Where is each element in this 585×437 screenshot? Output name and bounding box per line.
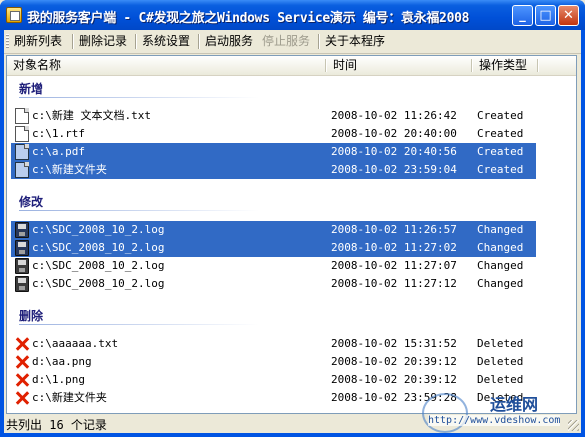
list-item[interactable]: d:\aa.png 2008-10-02 20:39:12 Deleted bbox=[11, 353, 536, 371]
site-watermark: 运维网 http://www.vdeshow.com bbox=[422, 385, 582, 435]
list-item-selected[interactable]: c:\SDC_2008_10_2.log 2008-10-02 11:27:02… bbox=[11, 239, 536, 257]
item-time: 2008-10-02 11:27:02 bbox=[331, 241, 457, 254]
minimize-button[interactable]: _ bbox=[512, 5, 533, 26]
item-type: Changed bbox=[477, 241, 524, 254]
column-header-object-name[interactable]: 对象名称 bbox=[7, 56, 325, 74]
column-header-operation-type[interactable]: 操作类型 bbox=[473, 56, 537, 74]
toolbar-separator bbox=[198, 34, 200, 49]
list-item-selected[interactable]: c:\SDC_2008_10_2.log 2008-10-02 11:26:57… bbox=[11, 221, 536, 239]
item-type: Changed bbox=[477, 259, 524, 272]
floppy-disk-icon bbox=[15, 258, 29, 274]
toolbar-grip[interactable] bbox=[6, 34, 9, 49]
item-type: Deleted bbox=[477, 337, 524, 350]
list-item[interactable]: c:\1.rtf 2008-10-02 20:40:00 Created bbox=[11, 125, 536, 143]
watermark-logo bbox=[422, 393, 468, 433]
item-type: Changed bbox=[477, 277, 524, 290]
item-time: 2008-10-02 20:40:00 bbox=[331, 127, 457, 140]
start-service-button[interactable]: 启动服务 bbox=[205, 30, 253, 53]
item-name: d:\aa.png bbox=[32, 355, 92, 368]
event-list-view[interactable]: 对象名称 时间 操作类型 新增 c:\新建 文本文档.txt 2008-10-0… bbox=[6, 55, 577, 414]
item-name: c:\新建文件夹 bbox=[32, 163, 107, 176]
list-item[interactable]: c:\新建 文本文档.txt 2008-10-02 11:26:42 Creat… bbox=[11, 107, 536, 125]
item-type: Created bbox=[477, 163, 524, 176]
watermark-url: http://www.vdeshow.com bbox=[428, 415, 561, 426]
delete-x-icon bbox=[15, 336, 29, 352]
toolbar: 刷新列表 删除记录 系统设置 启动服务 停止服务 关于本程序 bbox=[4, 30, 581, 54]
item-name: c:\a.pdf bbox=[32, 145, 85, 158]
delete-x-icon bbox=[15, 372, 29, 388]
maximize-button[interactable]: □ bbox=[535, 5, 556, 26]
app-window: 我的服务客户端 - C#发现之旅之Windows Service演示 编号：袁永… bbox=[0, 0, 585, 437]
item-type: Created bbox=[477, 127, 524, 140]
item-time: 2008-10-02 11:27:12 bbox=[331, 277, 457, 290]
list-header: 对象名称 时间 操作类型 bbox=[7, 56, 576, 76]
delete-records-button[interactable]: 删除记录 bbox=[79, 30, 127, 53]
document-icon bbox=[15, 162, 29, 178]
group-title-deleted[interactable]: 删除 bbox=[19, 307, 43, 324]
close-button[interactable]: ✕ bbox=[558, 5, 579, 26]
item-time: 2008-10-02 11:27:07 bbox=[331, 259, 457, 272]
list-item[interactable]: c:\SDC_2008_10_2.log 2008-10-02 11:27:07… bbox=[11, 257, 536, 275]
group-title-created[interactable]: 新增 bbox=[19, 80, 43, 97]
about-button[interactable]: 关于本程序 bbox=[325, 30, 385, 53]
group-divider bbox=[19, 210, 259, 211]
item-name: c:\1.rtf bbox=[32, 127, 85, 140]
item-time: 2008-10-02 20:39:12 bbox=[331, 355, 457, 368]
document-icon bbox=[15, 108, 29, 124]
item-name: d:\1.png bbox=[32, 373, 85, 386]
document-icon bbox=[15, 144, 29, 160]
item-type: Changed bbox=[477, 223, 524, 236]
item-type: Created bbox=[477, 109, 524, 122]
group-title-changed[interactable]: 修改 bbox=[19, 193, 43, 210]
title-bar[interactable]: 我的服务客户端 - C#发现之旅之Windows Service演示 编号：袁永… bbox=[0, 0, 585, 30]
floppy-disk-icon bbox=[15, 222, 29, 238]
window-title: 我的服务客户端 - C#发现之旅之Windows Service演示 编号：袁永… bbox=[27, 11, 470, 26]
column-divider[interactable] bbox=[537, 59, 539, 72]
group-divider bbox=[19, 324, 259, 325]
item-name: c:\新建 文本文档.txt bbox=[32, 109, 151, 122]
group-divider bbox=[19, 97, 259, 98]
item-time: 2008-10-02 11:26:42 bbox=[331, 109, 457, 122]
column-header-time[interactable]: 时间 bbox=[327, 56, 471, 74]
list-item[interactable]: c:\SDC_2008_10_2.log 2008-10-02 11:27:12… bbox=[11, 275, 536, 293]
item-type: Created bbox=[477, 145, 524, 158]
list-item-selected[interactable]: c:\a.pdf 2008-10-02 20:40:56 Created bbox=[11, 143, 536, 161]
app-icon[interactable] bbox=[6, 7, 22, 23]
refresh-list-button[interactable]: 刷新列表 bbox=[14, 30, 62, 53]
floppy-disk-icon bbox=[15, 276, 29, 292]
item-name: c:\SDC_2008_10_2.log bbox=[32, 241, 165, 254]
item-name: c:\SDC_2008_10_2.log bbox=[32, 259, 165, 272]
toolbar-separator bbox=[72, 34, 74, 49]
system-settings-button[interactable]: 系统设置 bbox=[142, 30, 190, 53]
item-time: 2008-10-02 11:26:57 bbox=[331, 223, 457, 236]
stop-service-button[interactable]: 停止服务 bbox=[262, 30, 310, 53]
item-type: Deleted bbox=[477, 355, 524, 368]
item-name: c:\aaaaaa.txt bbox=[32, 337, 119, 350]
item-name: c:\SDC_2008_10_2.log bbox=[32, 277, 165, 290]
list-item[interactable]: c:\aaaaaa.txt 2008-10-02 15:31:52 Delete… bbox=[11, 335, 536, 353]
list-item-selected[interactable]: c:\新建文件夹 2008-10-02 23:59:04 Created bbox=[11, 161, 536, 179]
item-name: c:\SDC_2008_10_2.log bbox=[32, 223, 165, 236]
delete-x-icon bbox=[15, 354, 29, 370]
toolbar-separator bbox=[135, 34, 137, 49]
item-time: 2008-10-02 23:59:04 bbox=[331, 163, 457, 176]
item-name: c:\新建文件夹 bbox=[32, 391, 107, 404]
item-time: 2008-10-02 15:31:52 bbox=[331, 337, 457, 350]
delete-x-icon bbox=[15, 390, 29, 406]
document-icon bbox=[15, 126, 29, 142]
watermark-name: 运维网 bbox=[490, 395, 539, 414]
item-time: 2008-10-02 20:40:56 bbox=[331, 145, 457, 158]
record-count-status: 共列出 16 个记录 bbox=[6, 418, 107, 432]
client-area: 刷新列表 删除记录 系统设置 启动服务 停止服务 关于本程序 对象名称 时间 操… bbox=[4, 30, 581, 433]
floppy-disk-icon bbox=[15, 240, 29, 256]
toolbar-separator bbox=[318, 34, 320, 49]
